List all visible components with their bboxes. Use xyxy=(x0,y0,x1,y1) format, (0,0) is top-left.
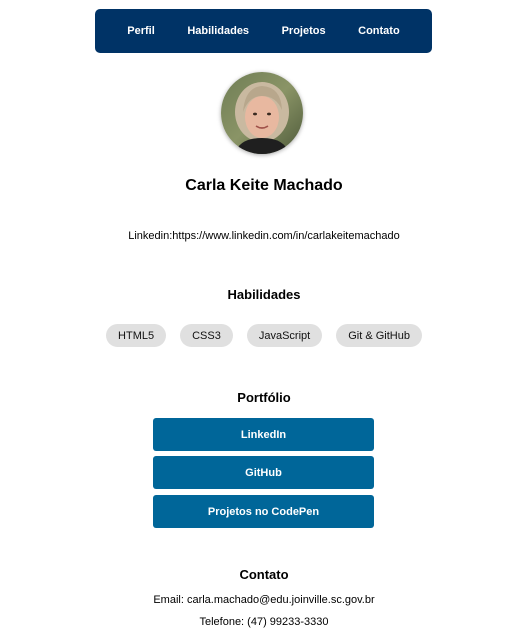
nav-link-perfil[interactable]: Perfil xyxy=(127,25,155,37)
contact-email: Email: carla.machado@edu.joinville.sc.go… xyxy=(153,594,375,606)
skill-badge-css3: CSS3 xyxy=(180,324,233,347)
portfolio-heading: Portfólio xyxy=(237,390,291,405)
contact-heading: Contato xyxy=(239,567,289,582)
profile-photo xyxy=(221,72,303,154)
nav-link-projetos[interactable]: Projetos xyxy=(282,25,326,37)
skills-heading: Habilidades xyxy=(227,287,301,302)
profile-name: Carla Keite Machado xyxy=(185,177,343,194)
linkedin-button[interactable]: LinkedIn xyxy=(153,418,374,451)
nav-link-habilidades[interactable]: Habilidades xyxy=(187,25,249,37)
codepen-projects-button[interactable]: Projetos no CodePen xyxy=(153,495,374,528)
skill-badge-javascript: JavaScript xyxy=(246,324,323,347)
nav-link-contato[interactable]: Contato xyxy=(358,25,400,37)
top-navbar: Perfil Habilidades Projetos Contato xyxy=(95,9,432,53)
skill-badge-html5: HTML5 xyxy=(106,324,167,347)
linkedin-url-text: Linkedin:https://www.linkedin.com/in/car… xyxy=(128,230,400,242)
skills-list: HTML5 CSS3 JavaScript Git & GitHub xyxy=(0,324,528,347)
github-button[interactable]: GitHub xyxy=(153,456,374,489)
skill-badge-git-github: Git & GitHub xyxy=(336,324,422,347)
contact-phone: Telefone: (47) 99233-3330 xyxy=(199,616,329,628)
